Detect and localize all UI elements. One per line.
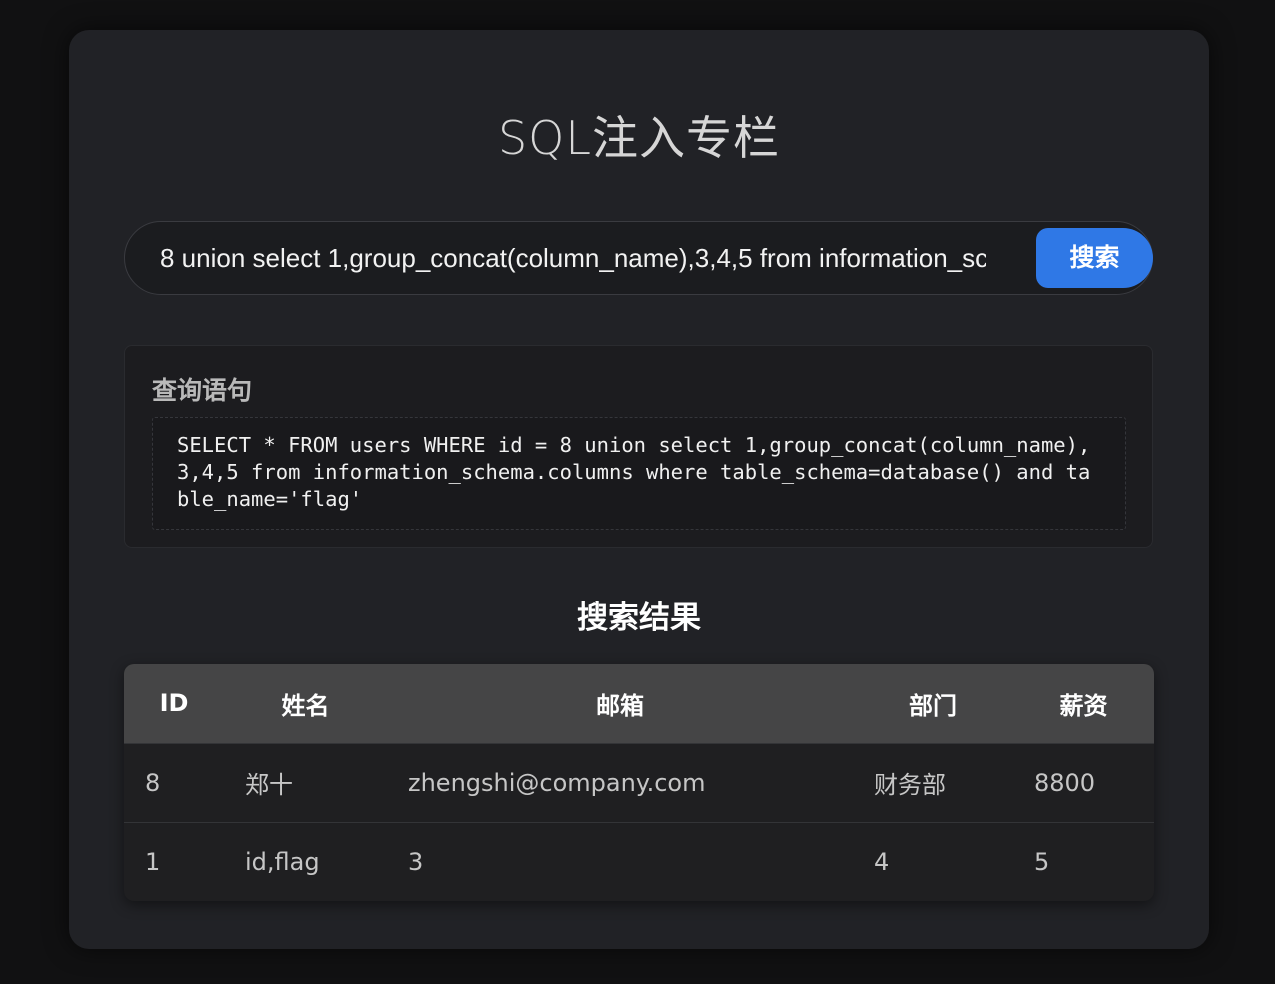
column-header-name: 姓名 — [281, 691, 330, 720]
cell-department: 财务部 — [874, 771, 946, 799]
search-input[interactable] — [160, 236, 986, 280]
column-header-department: 部门 — [909, 691, 957, 720]
cell-email: 3 — [408, 847, 424, 876]
cell-id: 8 — [145, 768, 161, 797]
cell-salary: 8800 — [1034, 768, 1096, 797]
query-heading: 查询语句 — [152, 376, 253, 405]
cell-salary: 5 — [1034, 847, 1050, 876]
search-button[interactable]: 搜索 — [1036, 228, 1153, 288]
column-header-email: 邮箱 — [596, 691, 644, 720]
page-title: SQL注入专栏 — [497, 111, 781, 165]
cell-department: 4 — [874, 847, 890, 876]
column-header-id: ID — [159, 689, 189, 718]
results-table-container: ID 姓名 邮箱 部门 薪资 8 郑十 zhengshi@company.com… — [124, 664, 1154, 901]
results-title: 搜索结果 — [577, 600, 701, 636]
search-bar: 搜索 — [124, 221, 1153, 295]
query-sql-code: SELECT * FROM users WHERE id = 8 union s… — [152, 417, 1126, 530]
table-row: 8 郑十 zhengshi@company.com 财务部 8800 — [124, 743, 1154, 822]
cell-name: 郑十 — [245, 771, 293, 799]
results-table: ID 姓名 邮箱 部门 薪资 8 郑十 zhengshi@company.com… — [124, 664, 1154, 901]
cell-id: 1 — [145, 847, 161, 876]
table-row: 1 id,flag 3 4 5 — [124, 822, 1154, 901]
cell-email: zhengshi@company.com — [408, 768, 706, 797]
main-card: SQL注入专栏 搜索 查询语句 SELECT * FROM users WHER… — [69, 30, 1209, 949]
column-header-salary: 薪资 — [1059, 691, 1108, 720]
table-header-row: ID 姓名 邮箱 部门 薪资 — [124, 664, 1154, 743]
cell-name: id,flag — [245, 847, 320, 876]
query-panel: 查询语句 SELECT * FROM users WHERE id = 8 un… — [124, 345, 1153, 548]
